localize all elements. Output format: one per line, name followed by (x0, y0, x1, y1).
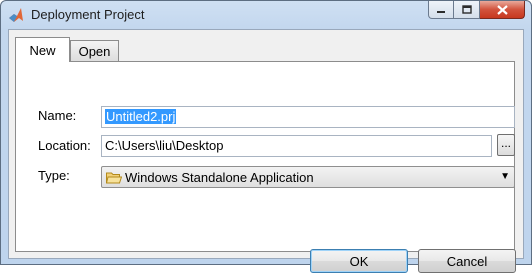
type-select[interactable]: Windows Standalone Application ▼ (101, 166, 515, 188)
ok-button[interactable]: OK (310, 249, 408, 273)
location-label: Location: (38, 138, 91, 153)
tab-new[interactable]: New (15, 37, 70, 62)
cancel-button[interactable]: Cancel (418, 249, 516, 273)
type-select-value: Windows Standalone Application (125, 170, 314, 185)
location-field-value: C:\Users\liu\Desktop (105, 138, 224, 153)
close-button[interactable] (480, 1, 525, 19)
chevron-down-icon: ▼ (500, 171, 510, 182)
minimize-icon (437, 10, 445, 13)
browse-button[interactable]: ... (497, 134, 515, 156)
minimize-button[interactable] (428, 1, 454, 19)
title-bar[interactable]: Deployment Project (1, 1, 531, 29)
matlab-logo-icon (9, 8, 23, 22)
maximize-icon (461, 5, 472, 14)
folder-icon (106, 172, 122, 184)
tab-panel-new: Name: Untitled2.prj Location: C:\Users\l… (15, 61, 516, 273)
type-label: Type: (38, 168, 70, 183)
tab-open[interactable]: Open (70, 40, 119, 62)
dialog-body: New Open Name: Untitled2.prj Location: C… (8, 29, 524, 273)
name-label: Name: (38, 108, 77, 123)
name-field-value: Untitled2.prj (105, 109, 177, 124)
location-field[interactable]: C:\Users\liu\Desktop (101, 135, 492, 157)
close-icon (496, 4, 508, 15)
name-field[interactable]: Untitled2.prj (101, 106, 515, 128)
deployment-project-window: Deployment Project New Open Name: Untitl… (0, 0, 532, 273)
window-title: Deployment Project (31, 7, 145, 22)
maximize-button[interactable] (454, 1, 480, 19)
